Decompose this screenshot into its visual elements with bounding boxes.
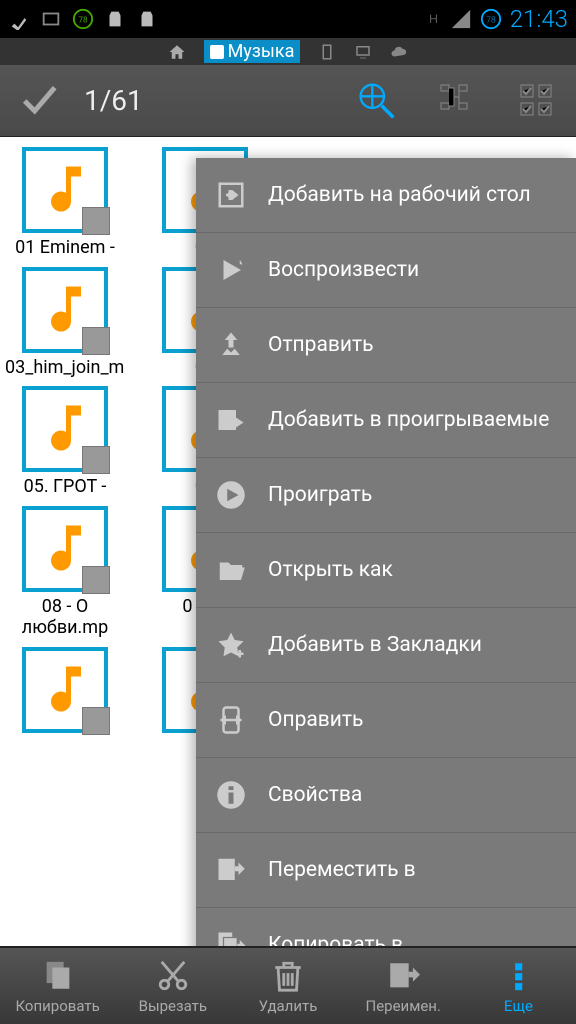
selection-bar: 1/61 (0, 65, 576, 137)
menu-label: Оправить (268, 708, 363, 732)
menu-label: Проиграть (268, 483, 372, 507)
menu-add-desktop[interactable]: Добавить на рабочий стол (196, 158, 576, 233)
file-item[interactable]: 05. ГРОТ - (10, 386, 120, 498)
accept-icon[interactable] (18, 81, 58, 121)
subheader: Музыка (0, 38, 576, 65)
status-bar: 78 H 78 21:43 (0, 0, 576, 38)
menu-bookmark[interactable]: Добавить в Закладки (196, 608, 576, 683)
nav-delete[interactable]: Удалить (230, 948, 345, 1024)
menu-send2[interactable]: Оправить (196, 683, 576, 758)
menu-label: Воспроизвести (268, 258, 419, 282)
menu-label: Добавить в проигрываемые (268, 408, 549, 432)
select-all-icon[interactable] (516, 80, 558, 122)
menu-label: Отправить (268, 333, 374, 357)
nav-cut[interactable]: Вырезать (115, 948, 230, 1024)
cloud-icon[interactable] (390, 43, 408, 61)
menu-play2[interactable]: Проиграть (196, 458, 576, 533)
menu-properties[interactable]: Свойства (196, 758, 576, 833)
tree-icon[interactable] (436, 80, 478, 122)
nav-label: Еще (504, 997, 533, 1015)
home-icon[interactable] (168, 43, 186, 61)
menu-label: Добавить на рабочий стол (268, 183, 531, 207)
menu-label: Переместить в (268, 858, 416, 882)
svg-text:78: 78 (486, 16, 496, 26)
menu-send[interactable]: Отправить (196, 308, 576, 383)
file-item[interactable]: 08 - О любви.mp (10, 506, 120, 639)
signal-h: H (429, 12, 438, 26)
menu-label: Свойства (268, 783, 362, 807)
nav-rename[interactable]: Переимен. (346, 948, 461, 1024)
menu-move[interactable]: Переместить в (196, 833, 576, 908)
nav-copy[interactable]: Копировать (0, 948, 115, 1024)
nav-more[interactable]: Еще (461, 948, 576, 1024)
menu-open-as[interactable]: Открыть как (196, 533, 576, 608)
clock: 21:43 (510, 5, 568, 33)
search-icon[interactable] (356, 80, 398, 122)
file-item[interactable]: 03_him_join_me_in_ (10, 267, 120, 379)
nav-label: Переимен. (366, 997, 441, 1015)
pc-icon[interactable] (354, 43, 372, 61)
nav-label: Вырезать (139, 997, 207, 1015)
file-item[interactable]: 01 Eminem - (10, 147, 120, 259)
context-menu: Добавить на рабочий стол Воспроизвести О… (196, 158, 576, 983)
nav-label: Копировать (15, 997, 99, 1015)
menu-add-playlist[interactable]: Добавить в проигрываемые (196, 383, 576, 458)
menu-label: Открыть как (268, 558, 393, 582)
menu-label: Добавить в Закладки (268, 633, 482, 657)
menu-play[interactable]: Воспроизвести (196, 233, 576, 308)
nav-label: Удалить (259, 997, 318, 1015)
svg-text:78: 78 (78, 16, 88, 26)
tab-music[interactable]: Музыка (204, 40, 301, 63)
file-item[interactable] (10, 647, 120, 737)
phone-icon[interactable] (318, 43, 336, 61)
selection-count: 1/61 (84, 84, 330, 117)
bottom-nav: Копировать Вырезать Удалить Переимен. Ещ… (0, 946, 576, 1024)
